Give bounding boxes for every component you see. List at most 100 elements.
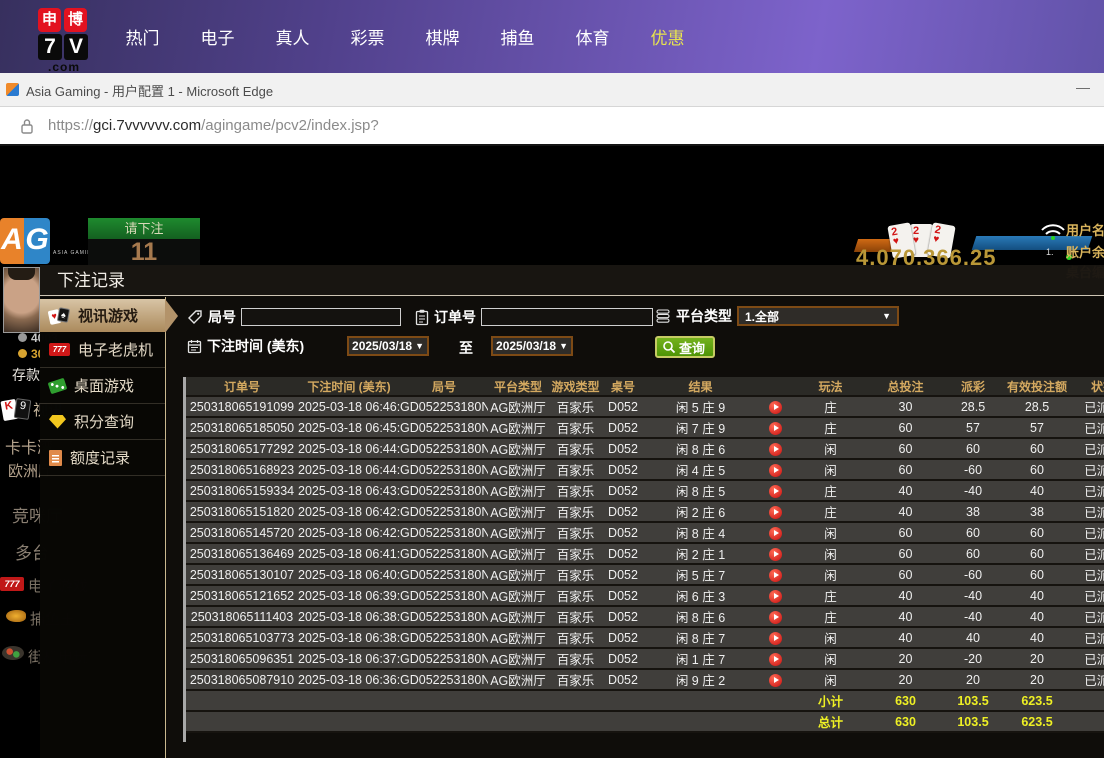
bg-menu-fish-icon (6, 609, 26, 627)
cell-status: 已派彩 (1071, 439, 1104, 460)
cell-status: 已派彩 (1071, 670, 1104, 691)
play-replay-icon[interactable] (769, 401, 782, 414)
header-total-bet: 总投注 (868, 377, 943, 397)
cell-valid-bet: 60 (1003, 544, 1071, 565)
cell-round-id: GD052253180NJ (400, 628, 488, 649)
sidebar-item-video-games[interactable]: ♥♠ 视讯游戏 (40, 299, 165, 332)
nav-item-promo[interactable]: 优惠 (630, 24, 705, 49)
play-replay-icon[interactable] (769, 611, 782, 624)
sidebar-item-label: 电子老虎机 (78, 339, 153, 360)
play-replay-icon[interactable] (769, 527, 782, 540)
cell-valid-bet: 38 (1003, 502, 1071, 523)
cell-valid-bet: 60 (1003, 439, 1071, 460)
cell-order-id: 250318065191099 (186, 397, 298, 418)
nav-item-chess[interactable]: 棋牌 (405, 24, 480, 49)
cell-total-bet: 60 (868, 418, 943, 439)
cell-order-id: 250318065177292 (186, 439, 298, 460)
screen: 申 博 7 V .com 热门 电子 真人 彩票 棋牌 捕鱼 体育 优惠 Asi… (0, 0, 1104, 758)
cell-payout: 28.5 (943, 397, 1003, 418)
nav-menu: 热门 电子 真人 彩票 棋牌 捕鱼 体育 优惠 (105, 0, 705, 73)
records-table-wrap[interactable]: 订单号 下注时间 (美东) 局号 平台类型 游戏类型 桌号 结果 玩法 总投注 (183, 377, 1104, 742)
cell-valid-bet: 40 (1003, 607, 1071, 628)
sidebar-item-label: 额度记录 (70, 447, 130, 468)
ag-logo: A G (0, 218, 50, 264)
cell-replay (758, 649, 793, 670)
platform-select[interactable]: 1.全部 ▼ (737, 306, 899, 326)
cell-bet-time: 2025-03-18 06:44:09 (298, 460, 400, 481)
nav-item-sports[interactable]: 体育 (555, 24, 630, 49)
play-replay-icon[interactable] (769, 569, 782, 582)
play-replay-icon[interactable] (769, 464, 782, 477)
nav-item-live[interactable]: 真人 (255, 24, 330, 49)
sidebar-item-slot-machines[interactable]: 777 电子老虎机 (40, 332, 165, 368)
date-to-select[interactable]: 2025/03/18 ▼ (491, 336, 573, 356)
search-icon (662, 340, 676, 354)
cell-replay (758, 544, 793, 565)
date-from-value: 2025/03/18 (352, 339, 412, 353)
cell-total-bet: 30 (868, 397, 943, 418)
sidebar-item-points-query[interactable]: 积分查询 (40, 404, 165, 440)
cell-result: 闲 6 庄 3 (643, 586, 758, 607)
url-bar[interactable]: https://gci.7vvvvvv.com/agingame/pcv2/in… (0, 107, 1104, 146)
header-round-id: 局号 (400, 377, 488, 397)
sidebar-item-label: 积分查询 (74, 411, 134, 432)
cell-valid-bet: 28.5 (1003, 397, 1071, 418)
nav-item-fishing[interactable]: 捕鱼 (480, 24, 555, 49)
nav-item-slots[interactable]: 电子 (180, 24, 255, 49)
search-button[interactable]: 查询 (655, 336, 715, 358)
play-replay-icon[interactable] (769, 632, 782, 645)
cell-play: 闲 (793, 670, 868, 691)
nav-item-lottery[interactable]: 彩票 (330, 24, 405, 49)
round-input[interactable] (241, 308, 401, 326)
sidebar-item-credit-records[interactable]: 额度记录 (40, 440, 165, 476)
play-replay-icon[interactable] (769, 548, 782, 561)
minimize-button[interactable]: — (1076, 79, 1090, 95)
cell-table-no: D052 (603, 649, 643, 670)
play-replay-icon[interactable] (769, 506, 782, 519)
cell-table-no: D052 (603, 586, 643, 607)
bg-menu-slots-icon: 777 (0, 574, 24, 592)
table-row: 2503180650963512025-03-18 06:37:33GD0522… (186, 649, 1104, 670)
cell-valid-bet: 60 (1003, 523, 1071, 544)
cell-total-bet: 40 (868, 502, 943, 523)
cell-valid-bet: 40 (1003, 586, 1071, 607)
cell-result: 闲 5 庄 7 (643, 565, 758, 586)
cell-table-no: D052 (603, 481, 643, 502)
url-text[interactable]: https://gci.7vvvvvv.com/agingame/pcv2/in… (48, 117, 379, 134)
cell-order-id: 250318065121652 (186, 586, 298, 607)
cell-bet-time: 2025-03-18 06:36:48 (298, 670, 400, 691)
site-logo[interactable]: 申 博 7 V .com (38, 8, 90, 74)
play-replay-icon[interactable] (769, 443, 782, 456)
cell-total-bet: 40 (868, 481, 943, 502)
play-replay-icon[interactable] (769, 590, 782, 603)
cell-total-bet: 40 (868, 628, 943, 649)
cell-round-id: GD052253180NP (400, 502, 488, 523)
cell-result: 闲 9 庄 2 (643, 670, 758, 691)
window-title: Asia Gaming - 用户配置 1 - Microsoft Edge (26, 81, 273, 100)
chevron-down-icon: ▼ (415, 341, 424, 351)
order-label: 订单号 (434, 307, 476, 327)
nav-item-hot[interactable]: 热门 (105, 24, 180, 49)
date-from-select[interactable]: 2025/03/18 ▼ (347, 336, 429, 356)
sidebar-item-table-games[interactable]: 桌面游戏 (40, 368, 165, 404)
time-filter-label-group: 下注时间 (美东) (187, 336, 304, 356)
cell-total-bet: 40 (868, 607, 943, 628)
play-replay-icon[interactable] (769, 422, 782, 435)
play-replay-icon[interactable] (769, 485, 782, 498)
bg-menu-deposit: 存款 (12, 365, 40, 385)
site-nav: 申 博 7 V .com 热门 电子 真人 彩票 棋牌 捕鱼 体育 优惠 (0, 0, 1104, 73)
play-replay-icon[interactable] (769, 674, 782, 687)
logo-7: 7 (38, 34, 62, 60)
cell-platform: AG欧洲厅 (488, 481, 548, 502)
cell-payout: 38 (943, 502, 1003, 523)
cell-result: 闲 7 庄 9 (643, 418, 758, 439)
cell-platform: AG欧洲厅 (488, 544, 548, 565)
order-input[interactable] (481, 308, 653, 326)
play-replay-icon[interactable] (769, 653, 782, 666)
search-button-label: 查询 (679, 338, 705, 357)
cell-round-id: GD052253180NR (400, 460, 488, 481)
lock-icon (20, 118, 34, 135)
table-row: 2503180650879102025-03-18 06:36:48GD0522… (186, 670, 1104, 691)
cell-table-no: D052 (603, 607, 643, 628)
list-icon (655, 308, 671, 324)
